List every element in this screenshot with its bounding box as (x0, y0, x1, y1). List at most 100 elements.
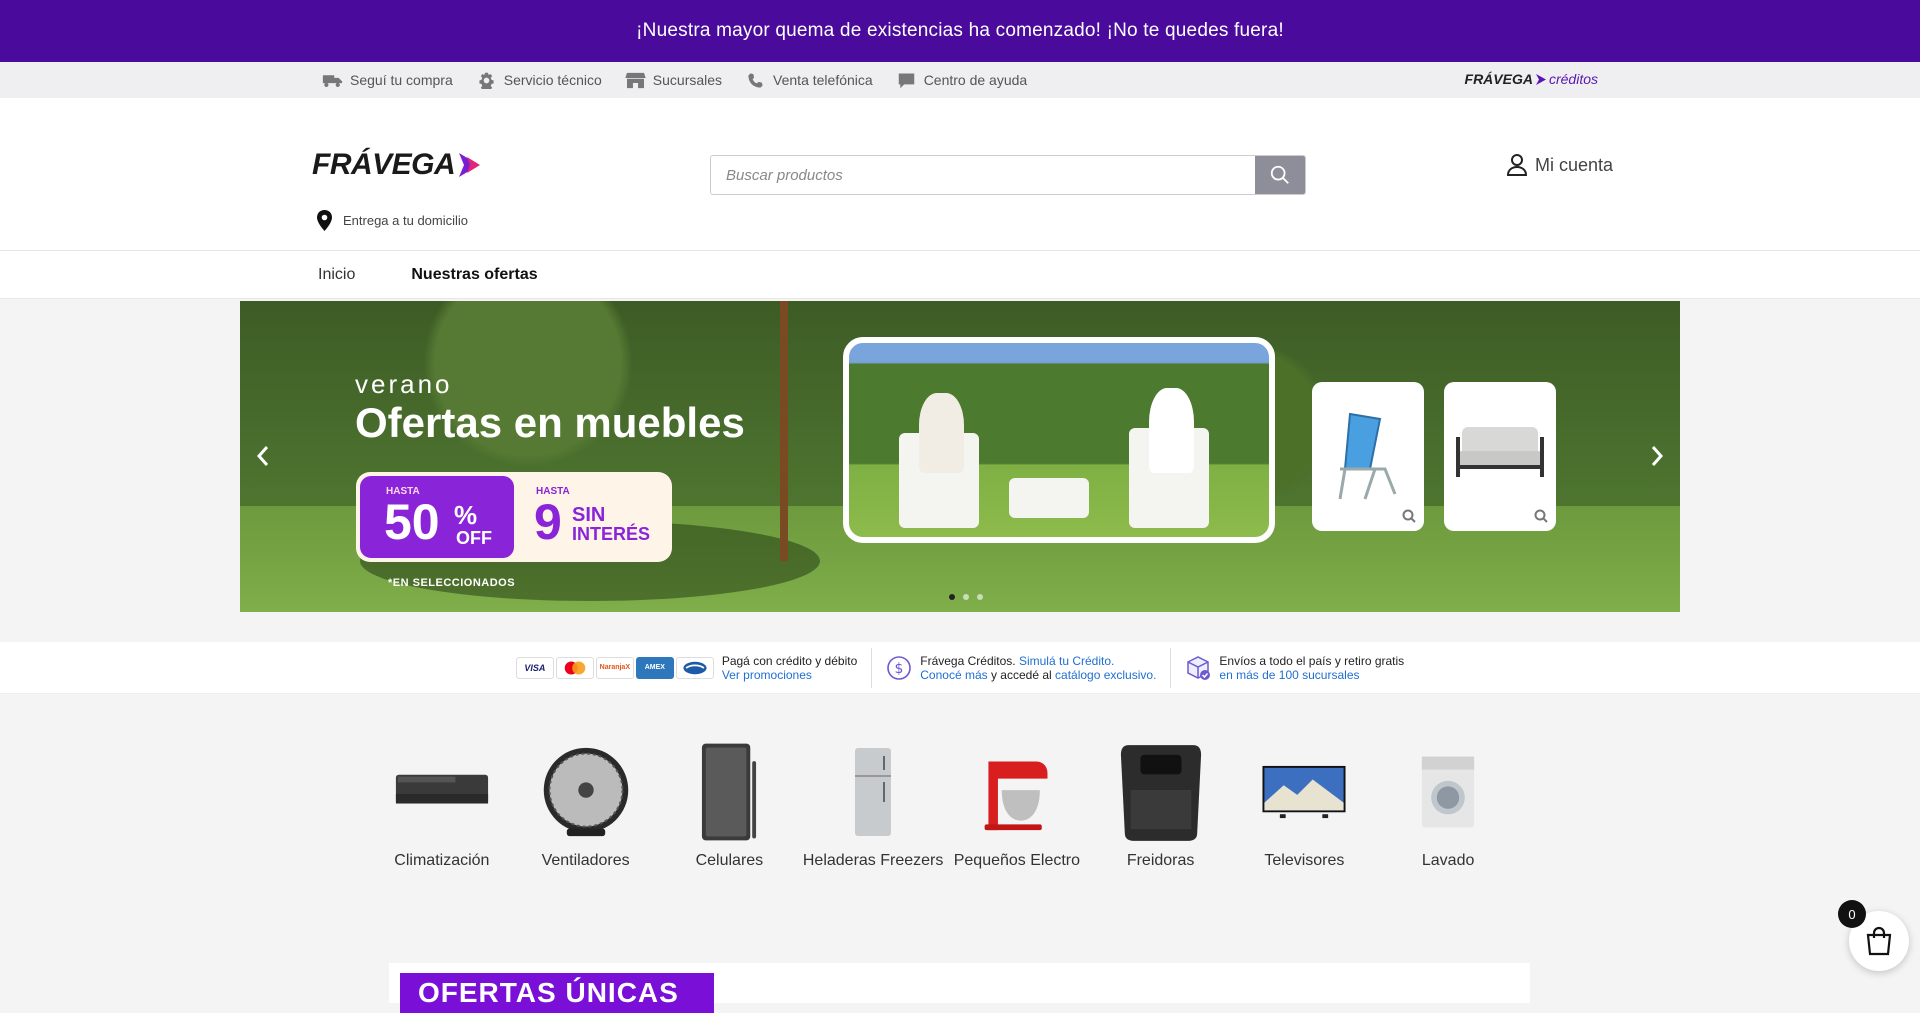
main-nav: Inicio Nuestras ofertas (0, 251, 1920, 299)
nav-item-ofertas[interactable]: Nuestras ofertas (411, 266, 537, 284)
fravega-creditos-link[interactable]: FRÁVEGA créditos (1465, 71, 1598, 87)
utility-label: Venta telefónica (773, 72, 873, 88)
hero-disclaimer: *EN SELECCIONADOS (388, 577, 516, 589)
promo-text: ¡Nuestra mayor quema de existencias ha c… (636, 20, 1284, 41)
chevron-right-icon (1651, 446, 1664, 466)
shopping-bag-icon (1866, 926, 1892, 956)
hero-carousel[interactable]: verano Ofertas en muebles HASTA 50 % OFF… (240, 301, 1680, 612)
badge-cuotas: 9 (534, 494, 562, 550)
user-icon (1507, 154, 1527, 176)
smartphone-icon (702, 743, 757, 841)
ver-promociones-link[interactable]: Ver promociones (722, 668, 857, 682)
delivery-selector[interactable]: Entrega a tu domicilio (316, 210, 468, 231)
category-label: Heladeras Freezers (802, 852, 944, 869)
benefit-shipping: Envíos a todo el país y retiro gratis en… (1171, 648, 1418, 688)
utility-link-phone[interactable]: Venta telefónica (745, 72, 873, 89)
hero-offer-badge: HASTA 50 % OFF HASTA 9 SIN INTERÉS (356, 472, 672, 562)
badge-interes: INTERÉS (572, 524, 651, 544)
carousel-dots (949, 594, 983, 600)
category-ventiladores[interactable]: Ventiladores (514, 738, 658, 898)
payment-cards: VISA NaranjaX AMEX (515, 656, 714, 679)
shipping-text: Envíos a todo el país y retiro gratis en… (1219, 654, 1404, 682)
site-logo[interactable]: FRÁVEGA (312, 148, 481, 182)
outdoor-sofa-icon (1456, 427, 1544, 477)
carousel-next-button[interactable] (1647, 441, 1667, 471)
ofertas-section-title: OFERTAS ÚNICAS (400, 973, 714, 1013)
payments-line: Pagá con crédito y débito (721, 653, 858, 668)
person-shape (919, 393, 964, 473)
hero-umbrella-pole (780, 301, 788, 561)
product-thumb-outdoor-sofa[interactable] (1444, 382, 1556, 531)
carousel-dot[interactable] (963, 594, 969, 600)
category-image (531, 738, 641, 846)
nav-item-inicio[interactable]: Inicio (318, 266, 355, 284)
catalogo-exclusivo-link[interactable]: catálogo exclusivo. (1055, 668, 1156, 682)
search-input[interactable] (711, 156, 1255, 194)
box-check-icon (1187, 655, 1211, 680)
ofertas-section: OFERTAS ÚNICAS (389, 963, 1530, 1013)
creditos-word: créditos (1548, 71, 1598, 87)
cabal-card-icon (675, 656, 714, 679)
category-celulares[interactable]: Celulares (658, 738, 802, 898)
carousel-dot[interactable] (977, 594, 983, 600)
simula-credito-link[interactable]: Simulá tu Crédito. (1019, 654, 1114, 668)
carousel-prev-button[interactable] (253, 441, 273, 471)
category-pequenos-electro[interactable]: Pequeños Electro (945, 738, 1089, 898)
badge-off: OFF (456, 528, 492, 548)
product-thumb-beach-chair[interactable] (1312, 382, 1424, 531)
carousel-dot[interactable] (949, 594, 955, 600)
utility-link-help[interactable]: Centro de ayuda (896, 72, 1028, 89)
person-shape (1149, 388, 1194, 473)
delivery-label: Entrega a tu domicilio (343, 213, 469, 228)
account-link[interactable]: Mi cuenta (1507, 154, 1613, 176)
utility-label: Centro de ayuda (923, 72, 1028, 88)
chevron-left-icon (256, 446, 269, 466)
creditos-brand: FRÁVEGA (1464, 71, 1533, 87)
benefit-credits: $ Frávega Créditos. Simulá tu Crédito. C… (872, 647, 1172, 688)
search-button[interactable] (1255, 156, 1305, 194)
discount-panel: HASTA 50 % OFF (360, 476, 514, 558)
utility-link-tracking[interactable]: Seguí tu compra (322, 72, 453, 89)
television-icon (1262, 765, 1346, 819)
category-label: Lavado (1421, 852, 1475, 869)
mastercard-circles (564, 660, 586, 675)
svg-text:$: $ (895, 661, 904, 677)
utility-link-service[interactable]: Servicio técnico (476, 72, 602, 89)
cart-count-badge: 0 (1838, 900, 1866, 928)
cabal-logo (683, 661, 707, 674)
chat-icon (898, 73, 914, 88)
shipping-line: Envíos a todo el país y retiro gratis (1219, 653, 1405, 668)
beach-chair-icon (1338, 412, 1397, 500)
category-image (818, 738, 928, 846)
category-image (1393, 738, 1503, 846)
sucursales-link[interactable]: en más de 100 sucursales (1219, 668, 1404, 682)
zoom-icon (1402, 509, 1416, 523)
naranjax-card-icon: NaranjaX (595, 656, 634, 679)
category-carousel: Climatización Ventiladores Celulares Hel… (370, 738, 1520, 898)
category-image (962, 738, 1072, 846)
category-lavado[interactable]: Lavado (1376, 738, 1520, 898)
search-bar (710, 155, 1306, 195)
category-freidoras[interactable]: Freidoras (1089, 738, 1233, 898)
visa-card-icon: VISA (515, 656, 554, 679)
utility-link-stores[interactable]: Sucursales (625, 72, 722, 89)
category-heladeras[interactable]: Heladeras Freezers (801, 738, 945, 898)
air-conditioner-icon (395, 774, 488, 804)
promo-banner[interactable]: ¡Nuestra mayor quema de existencias ha c… (0, 0, 1920, 62)
category-image (1106, 738, 1216, 846)
air-fryer-icon (1120, 745, 1201, 841)
mastercard-icon (555, 656, 594, 679)
amex-card-icon: AMEX (635, 656, 674, 679)
hero-title: Ofertas en muebles (355, 399, 745, 446)
truck-icon (322, 74, 343, 87)
hero-season: verano (355, 369, 453, 399)
category-label: Freidoras (1126, 852, 1195, 869)
credits-text: Frávega Créditos. Simulá tu Crédito. Con… (920, 654, 1156, 682)
utility-label: Sucursales (652, 72, 723, 88)
hero-photo-couple (843, 337, 1275, 543)
category-televisores[interactable]: Televisores (1233, 738, 1377, 898)
category-climatizacion[interactable]: Climatización (370, 738, 514, 898)
stand-mixer-icon (984, 761, 1048, 831)
conoce-mas-link[interactable]: Conocé más (920, 668, 987, 682)
utility-label: Seguí tu compra (350, 72, 453, 88)
